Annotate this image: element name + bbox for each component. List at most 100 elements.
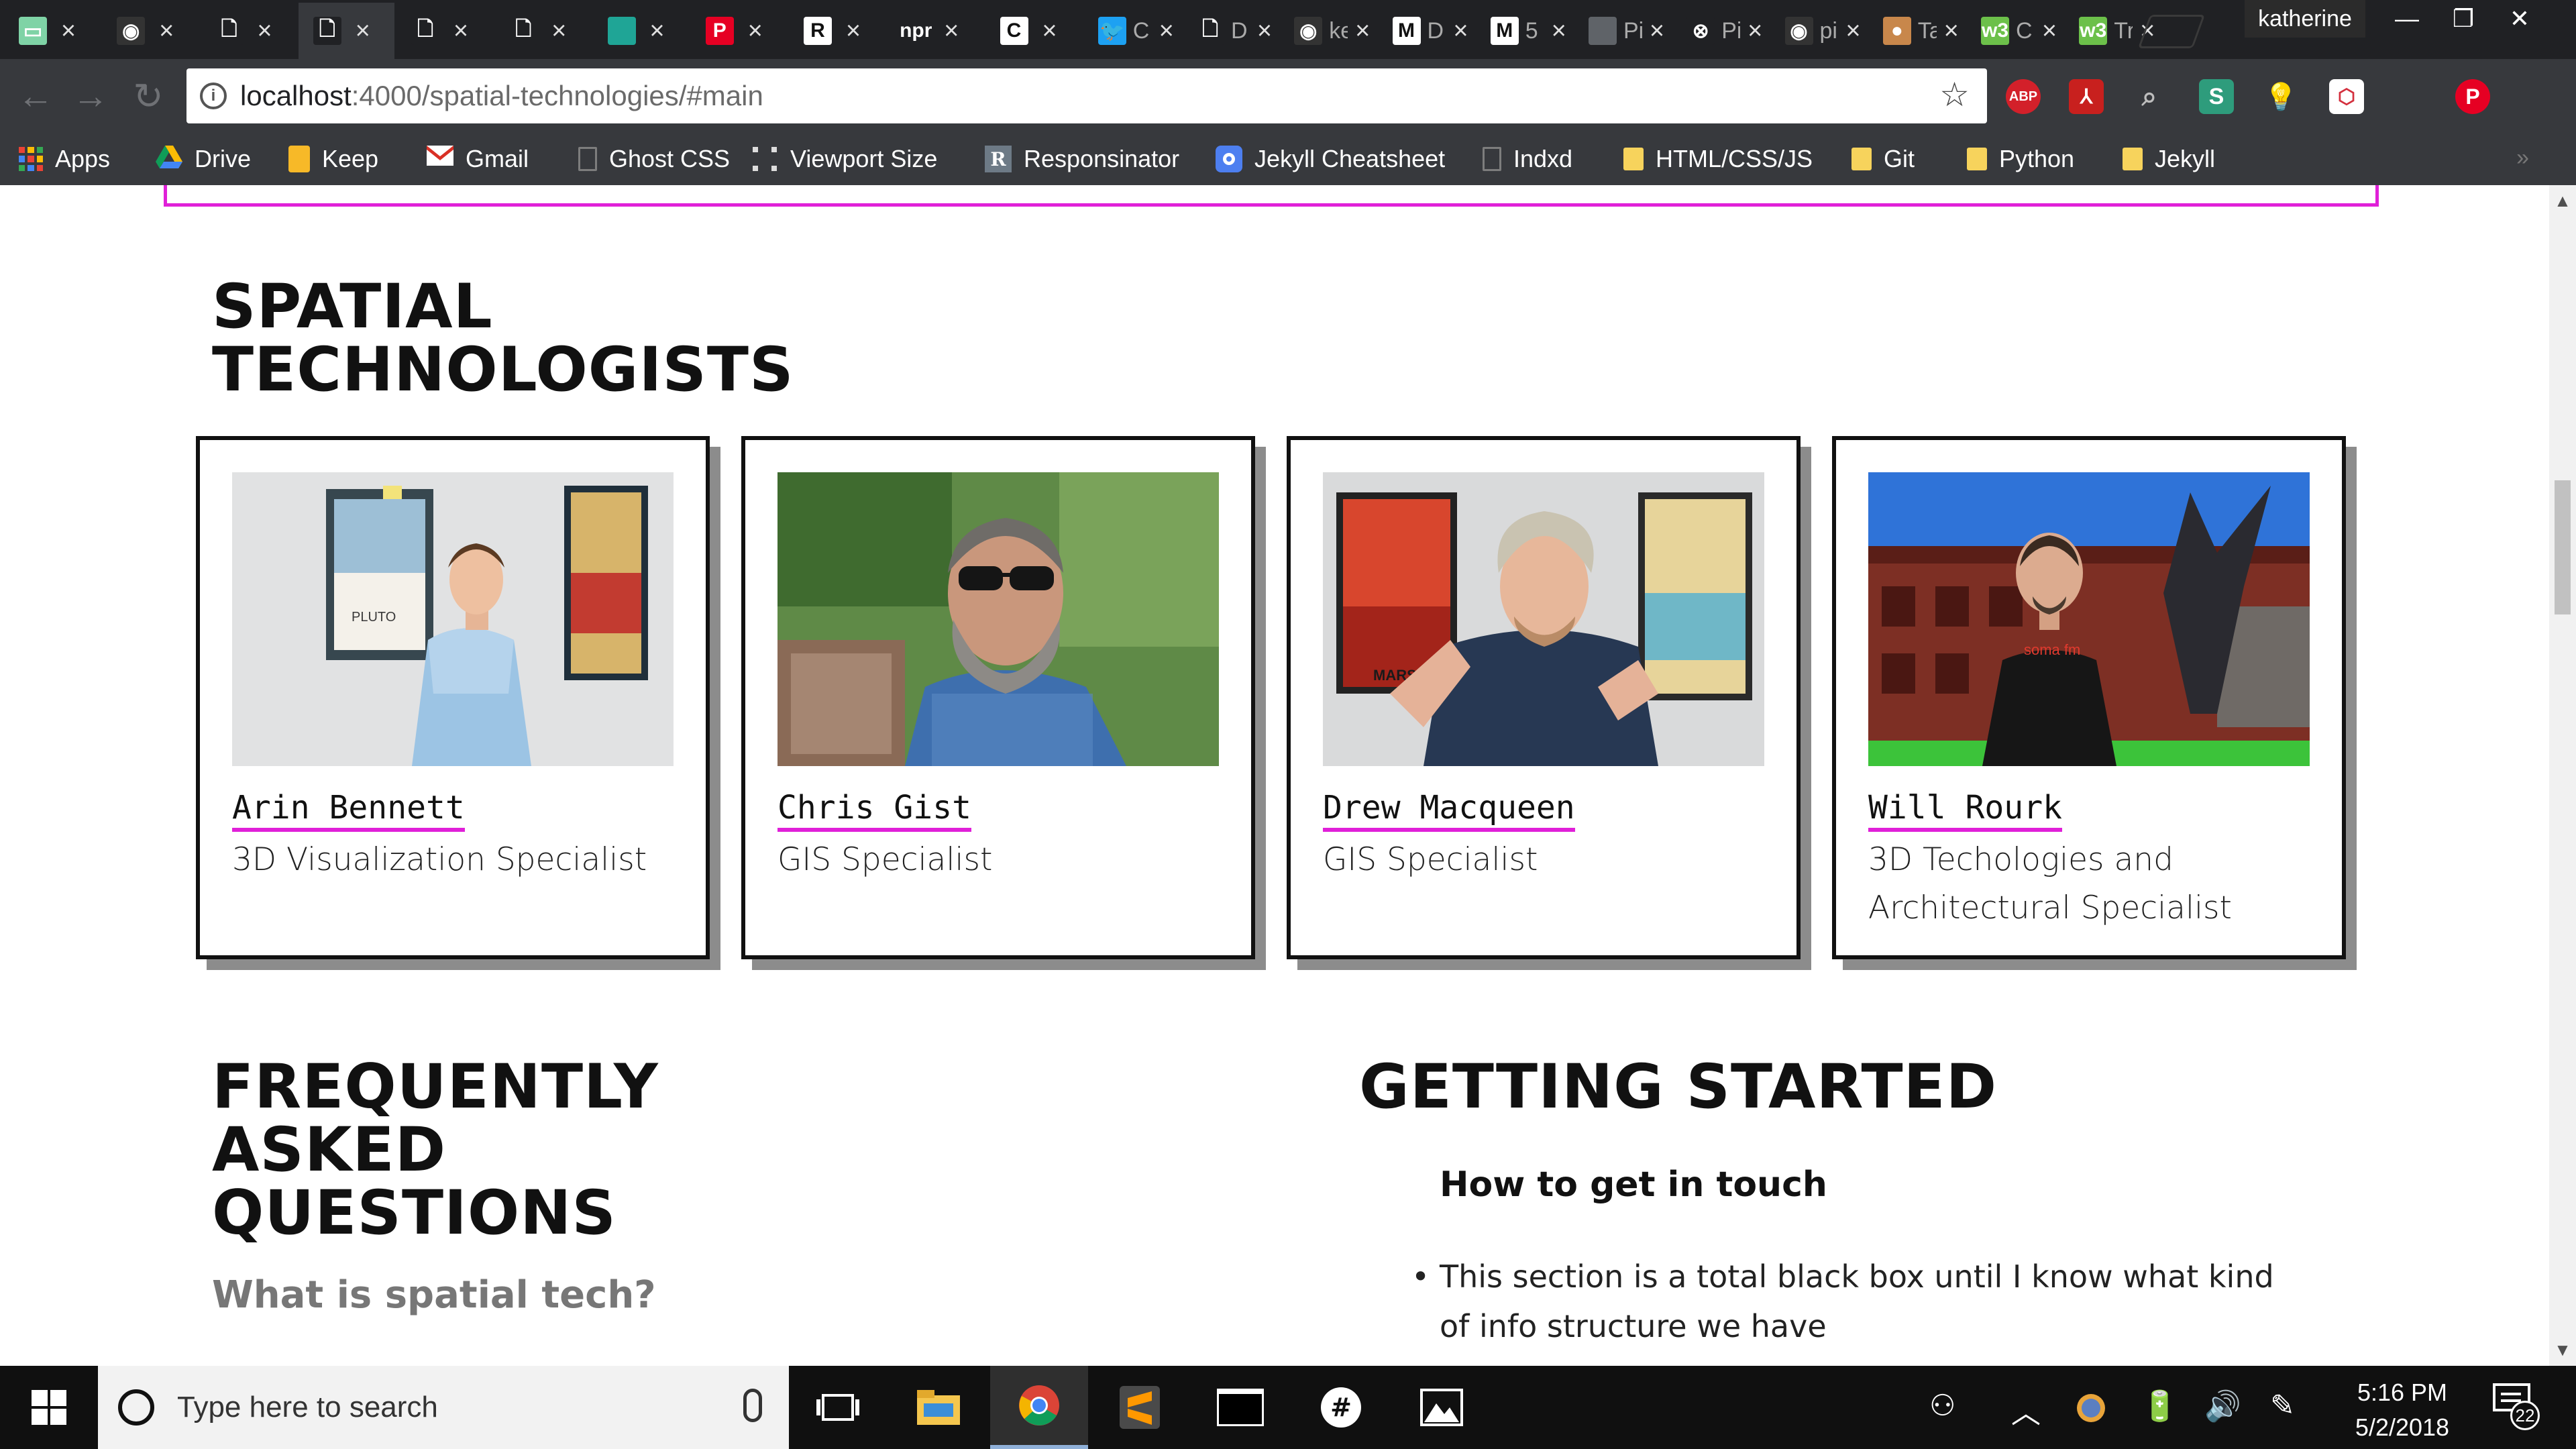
forward-icon[interactable]: → — [67, 72, 114, 119]
start-button[interactable] — [0, 1366, 98, 1449]
bookmark-item[interactable]: HTML/CSS/JS — [1623, 133, 1813, 185]
tab-close-icon[interactable]: × — [1039, 18, 1061, 44]
person-card[interactable]: PLUTO Arin Bennett 3D Visualization Spec… — [196, 436, 710, 959]
scroll-up-icon[interactable]: ▲ — [2549, 191, 2576, 211]
bookmark-star-icon[interactable]: ☆ — [1939, 75, 1970, 114]
tab-close-icon[interactable]: × — [352, 18, 374, 44]
tab-close-icon[interactable]: × — [1548, 18, 1570, 44]
browser-tab[interactable]: M 5 × — [1476, 3, 1572, 59]
tab-close-icon[interactable]: × — [1450, 18, 1472, 44]
person-card[interactable]: Chris Gist GIS Specialist — [741, 436, 1255, 959]
minimize-icon[interactable]: — — [2379, 0, 2435, 38]
browser-tab[interactable]: × — [593, 3, 689, 59]
bookmark-item[interactable]: R Responsinator — [985, 133, 1179, 185]
new-tab-button[interactable] — [2137, 15, 2206, 48]
bookmark-item[interactable]: Python — [1967, 133, 2074, 185]
tab-close-icon[interactable]: × — [647, 18, 668, 44]
browser-tab[interactable]: w3 C × — [1966, 3, 2062, 59]
tab-close-icon[interactable]: × — [1646, 18, 1668, 44]
browser-tab[interactable]: ◉ × — [102, 3, 198, 59]
tab-close-icon[interactable]: × — [156, 18, 177, 44]
adblock-plus-icon[interactable]: ABP — [2006, 79, 2041, 114]
pinterest-icon[interactable]: P — [2455, 79, 2490, 114]
scroll-down-icon[interactable]: ▼ — [2549, 1340, 2576, 1360]
sublime-text-icon[interactable] — [1091, 1366, 1189, 1449]
bookmark-item[interactable]: Drive — [156, 133, 251, 185]
tab-close-icon[interactable]: × — [941, 18, 962, 44]
browser-tab[interactable]: ◉ ke × — [1279, 3, 1375, 59]
bookmark-item[interactable]: Gmail — [427, 133, 529, 185]
browser-tab[interactable]: M D × — [1378, 3, 1474, 59]
browser-tab[interactable]: P × — [691, 3, 787, 59]
profile-button[interactable]: katherine — [2245, 0, 2365, 38]
tab-close-icon[interactable]: × — [1254, 18, 1275, 44]
browser-tab[interactable]: R × — [789, 3, 885, 59]
bookmark-item[interactable]: Indxd — [1483, 133, 1572, 185]
faq-question[interactable]: What is spatial tech? — [212, 1273, 656, 1317]
tab-close-icon[interactable]: × — [1352, 18, 1373, 44]
browser-tab[interactable]: ◉ pi × — [1770, 3, 1866, 59]
bookmark-item[interactable]: Apps — [19, 133, 110, 185]
bookmark-item[interactable]: Git — [1851, 133, 1915, 185]
pocket-icon[interactable]: ⬡ — [2329, 79, 2364, 114]
browser-tab[interactable]: ⊗ Pi × — [1672, 3, 1768, 59]
weather-icon[interactable] — [2076, 1393, 2106, 1431]
microphone-icon[interactable] — [743, 1389, 762, 1422]
more-bookmarks-icon[interactable]: » — [2516, 145, 2529, 171]
browser-tab[interactable]: C × — [985, 3, 1081, 59]
action-center-icon[interactable]: 22 — [2493, 1383, 2540, 1430]
tab-close-icon[interactable]: × — [58, 18, 79, 44]
task-view-icon[interactable] — [789, 1366, 887, 1449]
browser-tab[interactable]: 🗋 × — [494, 3, 590, 59]
browser-tab[interactable]: 🗋 × — [298, 3, 394, 59]
battery-icon[interactable]: 🔋 — [2141, 1389, 2178, 1424]
tab-close-icon[interactable]: × — [2039, 18, 2060, 44]
browser-tab[interactable]: 🗋 × — [201, 3, 297, 59]
tab-close-icon[interactable]: × — [254, 18, 276, 44]
address-bar[interactable]: i localhost:4000/spatial-technologies/#m… — [186, 68, 1987, 123]
browser-tab[interactable]: Pi × — [1574, 3, 1670, 59]
tab-close-icon[interactable]: × — [1941, 18, 1962, 44]
pen-icon[interactable]: ✎ — [2270, 1389, 2295, 1423]
file-explorer-icon[interactable] — [890, 1366, 987, 1449]
person-name[interactable]: Chris Gist — [777, 789, 971, 832]
person-name[interactable]: Drew Macqueen — [1323, 789, 1575, 832]
stylus-icon[interactable]: S — [2199, 79, 2234, 114]
tab-close-icon[interactable]: × — [843, 18, 864, 44]
back-icon[interactable]: ← — [12, 72, 59, 119]
show-hidden-icons[interactable]: ︿ — [2011, 1389, 2041, 1432]
person-name[interactable]: Arin Bennett — [232, 789, 465, 832]
browser-tab[interactable]: npr × — [887, 3, 983, 59]
bookmark-item[interactable]: Jekyll — [2123, 133, 2215, 185]
tab-close-icon[interactable]: × — [1843, 18, 1864, 44]
taskbar-search[interactable]: Type here to search — [98, 1366, 789, 1449]
tab-close-icon[interactable]: × — [1156, 18, 1177, 44]
browser-tab[interactable]: ▭ × — [4, 3, 100, 59]
tab-close-icon[interactable]: × — [548, 18, 570, 44]
tab-close-icon[interactable]: × — [1744, 18, 1766, 44]
bookmark-item[interactable]: Keep — [288, 133, 378, 185]
bulb-icon[interactable]: 💡 — [2263, 79, 2298, 114]
browser-tab[interactable]: 🗋 × — [396, 3, 492, 59]
acrobat-icon[interactable]: ⅄ — [2069, 79, 2104, 114]
people-icon[interactable]: ⚇ — [1929, 1389, 1955, 1423]
tab-close-icon[interactable]: × — [450, 18, 472, 44]
person-name[interactable]: Will Rourk — [1868, 789, 2062, 832]
reload-icon[interactable]: ↻ — [125, 72, 172, 119]
inspect-icon[interactable]: ⌕ — [2132, 79, 2167, 114]
bookmark-item[interactable]: Viewport Size — [751, 133, 937, 185]
browser-tab[interactable]: 🐦 C × — [1083, 3, 1179, 59]
bookmark-item[interactable]: Ghost CSS — [578, 133, 730, 185]
info-icon[interactable]: i — [200, 83, 227, 109]
volume-icon[interactable]: 🔊 — [2204, 1389, 2241, 1424]
page-scrollbar[interactable]: ▲ ▼ — [2549, 185, 2576, 1366]
browser-tab[interactable]: 🗋 D × — [1181, 3, 1277, 59]
slack-icon[interactable]: # — [1292, 1366, 1390, 1449]
taskbar-clock[interactable]: 5:16 PM 5/2/2018 — [2345, 1375, 2459, 1445]
restore-icon[interactable]: ❐ — [2435, 0, 2491, 38]
terminal-icon[interactable] — [1191, 1366, 1289, 1449]
tab-close-icon[interactable]: × — [745, 18, 766, 44]
person-card[interactable]: MARS Drew Macqueen GIS Specialist — [1287, 436, 1801, 959]
photos-icon[interactable] — [1393, 1366, 1491, 1449]
scrollbar-thumb[interactable] — [2555, 480, 2571, 614]
